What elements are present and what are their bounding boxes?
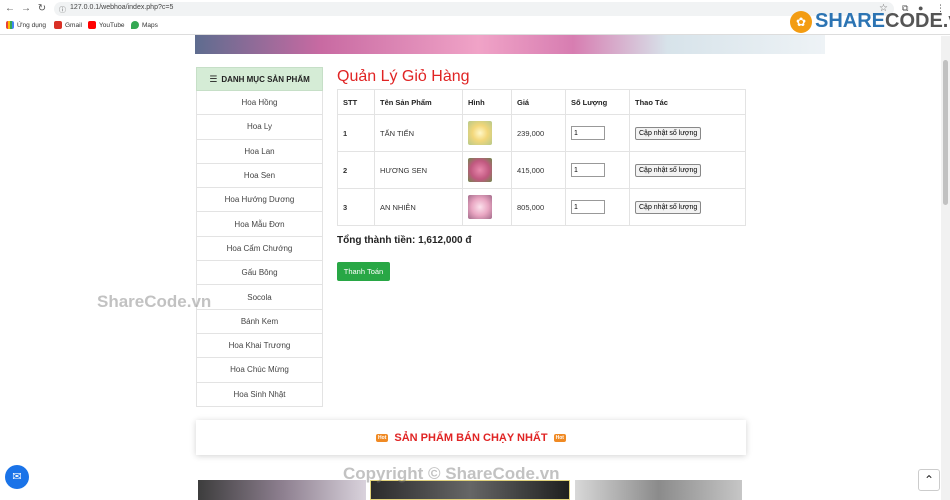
cart-total: Tổng thành tiền: 1,612,000 đ [337, 235, 472, 246]
row-action-cell: Cập nhật số lượng [629, 188, 746, 226]
table-row: 1 TẤN TIẾN 239,000 Cập nhật số lượng [337, 114, 746, 152]
sidebar-heading: ☰ DANH MỤC SẢN PHẨM [196, 67, 323, 91]
scrollbar-thumb[interactable] [943, 60, 948, 205]
update-quantity-button[interactable]: Cập nhật số lượng [635, 126, 702, 140]
bestseller-title: SẢN PHẨM BÁN CHẠY NHẤT [394, 431, 548, 444]
bookmark-label: Ứng dụng [17, 21, 47, 29]
bookmark-youtube[interactable]: YouTube [88, 21, 125, 29]
product-thumbnail[interactable] [468, 158, 492, 182]
logo-text: SHARECODE.vn [815, 10, 950, 33]
row-action-cell: Cập nhật số lượng [629, 151, 746, 189]
maps-icon [131, 21, 139, 29]
hot-badge: Hot [553, 433, 566, 442]
product-thumbnail[interactable] [468, 121, 492, 145]
update-quantity-button[interactable]: Cập nhật số lượng [635, 163, 702, 177]
youtube-icon [88, 21, 96, 29]
column-header: Thao Tác [629, 89, 746, 115]
product-card-image[interactable] [575, 480, 742, 500]
table-header-row: STT Tên Sản Phẩm Hình Giá Số Lượng Thao … [337, 89, 746, 115]
hot-badge: Hot [376, 433, 389, 442]
sidebar-heading-text: DANH MỤC SẢN PHẨM [221, 74, 310, 84]
row-price: 239,000 [511, 114, 566, 152]
row-stt: 1 [337, 114, 375, 152]
url-text: 127.0.0.1/webhoa/index.php?c=5 [70, 4, 174, 11]
quantity-input[interactable] [571, 163, 605, 177]
cart-table: STT Tên Sản Phẩm Hình Giá Số Lượng Thao … [337, 89, 746, 226]
row-product-name: HƯƠNG SEN [374, 151, 463, 189]
page-title: Quản Lý Giỏ Hàng [337, 68, 470, 85]
logo-mark-icon: ✿ [790, 10, 812, 33]
table-row: 3 AN NHIÊN 805,000 Cập nhật số lượng [337, 188, 746, 226]
copyright-watermark: Copyright © ShareCode.vn [343, 464, 560, 483]
sidebar-item-hoa-cam-chuong[interactable]: Hoa Cẩm Chướng [196, 236, 323, 262]
logo-suffix: CODE.vn [885, 10, 950, 32]
scroll-to-top-icon[interactable]: ⌃ [918, 469, 940, 491]
row-image-cell [462, 151, 512, 189]
bookmark-apps[interactable]: Ứng dụng [6, 21, 46, 29]
sidebar-item-hoa-chuc-mung[interactable]: Hoa Chúc Mừng [196, 358, 323, 383]
category-sidebar: ☰ DANH MỤC SẢN PHẨM Hoa Hồng Hoa Ly Hoa … [196, 67, 323, 407]
header-banner-image [195, 35, 825, 54]
update-quantity-button[interactable]: Cập nhật số lượng [635, 200, 702, 214]
sidebar-item-gau-bong[interactable]: Gấu Bông [196, 261, 323, 286]
sidebar-item-hoa-ly[interactable]: Hoa Ly [196, 115, 323, 140]
sidebar-item-hoa-hong[interactable]: Hoa Hồng [196, 91, 323, 116]
row-stt: 3 [337, 188, 375, 226]
gmail-icon [54, 21, 62, 29]
address-bar[interactable]: ⓘ 127.0.0.1/webhoa/index.php?c=5 ☆ [54, 2, 894, 16]
row-qty-cell [565, 188, 630, 226]
sidebar-item-hoa-khai-truong[interactable]: Hoa Khai Trương [196, 333, 323, 359]
logo-prefix: SHARE [815, 10, 886, 32]
watermark-text: ShareCode.vn [97, 292, 212, 311]
reload-icon[interactable]: ↻ [36, 3, 48, 15]
row-image-cell [462, 114, 512, 152]
product-card-image[interactable] [198, 480, 366, 500]
bookmark-maps[interactable]: Maps [131, 21, 158, 29]
row-qty-cell [565, 114, 630, 152]
row-qty-cell [565, 151, 630, 189]
sidebar-item-hoa-lan[interactable]: Hoa Lan [196, 139, 323, 164]
row-product-name: AN NHIÊN [374, 188, 463, 226]
row-price: 415,000 [511, 151, 566, 189]
checkout-button[interactable]: Thanh Toán [337, 262, 390, 281]
back-icon[interactable]: ← [4, 3, 16, 15]
apps-icon [6, 21, 14, 29]
bookmark-label: YouTube [99, 21, 125, 29]
column-header: Giá [511, 89, 566, 115]
messenger-chat-icon[interactable]: ✉ [5, 465, 29, 489]
row-stt: 2 [337, 151, 375, 189]
row-product-name: TẤN TIẾN [374, 114, 463, 152]
product-thumbnail[interactable] [468, 195, 492, 219]
bookmark-gmail[interactable]: Gmail [54, 21, 82, 29]
sidebar-item-hoa-sen[interactable]: Hoa Sen [196, 163, 323, 189]
sidebar-item-socola[interactable]: Socola [196, 285, 323, 310]
table-row: 2 HƯƠNG SEN 415,000 Cập nhật số lượng [337, 151, 746, 189]
sidebar-item-hoa-huong-duong[interactable]: Hoa Hướng Dương [196, 188, 323, 213]
forward-icon[interactable]: → [20, 3, 32, 15]
sidebar-item-banh-kem[interactable]: Bánh Kem [196, 309, 323, 334]
column-header: Số Lượng [565, 89, 630, 115]
column-header: Hình [462, 89, 512, 115]
info-icon[interactable]: ⓘ [59, 5, 66, 15]
row-price: 805,000 [511, 188, 566, 226]
row-action-cell: Cập nhật số lượng [629, 114, 746, 152]
column-header: Tên Sản Phẩm [374, 89, 463, 115]
column-header: STT [337, 89, 375, 115]
list-icon: ☰ [209, 73, 218, 84]
sharecode-logo: ✿ SHARECODE.vn [790, 10, 950, 33]
bookmark-label: Maps [142, 21, 158, 29]
quantity-input[interactable] [571, 200, 605, 214]
bookmark-label: Gmail [65, 21, 82, 29]
sidebar-item-hoa-mau-don[interactable]: Hoa Mẫu Đơn [196, 212, 323, 237]
row-image-cell [462, 188, 512, 226]
bestseller-section-header: Hot SẢN PHẨM BÁN CHẠY NHẤT Hot [196, 420, 746, 455]
sidebar-item-hoa-sinh-nhat[interactable]: Hoa Sinh Nhật [196, 382, 323, 407]
quantity-input[interactable] [571, 126, 605, 140]
